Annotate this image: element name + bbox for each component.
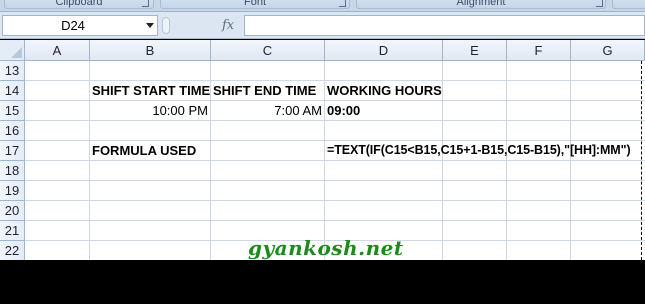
cell-b14[interactable]: SHIFT START TIME	[92, 81, 210, 100]
column-header-d[interactable]: D	[325, 40, 443, 61]
column-header-b[interactable]: B	[90, 40, 211, 61]
ribbon-group-label: Clipboard	[55, 0, 103, 8]
row-header-21[interactable]: 21	[0, 221, 25, 241]
row-header-20[interactable]: 20	[0, 201, 25, 221]
ribbon-group-clipboard[interactable]: Clipboard	[4, 0, 154, 9]
row-header-14[interactable]: 14	[0, 81, 25, 101]
name-box[interactable]: D24	[2, 15, 158, 36]
cell-c15[interactable]: 7:00 AM	[211, 101, 322, 120]
column-header-e[interactable]: E	[443, 40, 507, 61]
cell-d15[interactable]: 09:00	[327, 101, 442, 120]
row-header-15[interactable]: 15	[0, 101, 25, 121]
cell-b17[interactable]: FORMULA USED	[92, 141, 210, 160]
page-break-line	[641, 61, 642, 260]
column-header-c[interactable]: C	[211, 40, 325, 61]
ribbon-group-alignment[interactable]: Alignment	[356, 0, 606, 9]
select-all-icon	[11, 47, 22, 58]
gridline	[25, 200, 645, 201]
cell-d17[interactable]: =TEXT(IF(C15<B15,C15+1-B15,C15-B15),"[HH…	[327, 141, 642, 160]
row-header-13[interactable]: 13	[0, 61, 25, 81]
row-header-18[interactable]: 18	[0, 161, 25, 181]
chevron-down-icon[interactable]	[146, 23, 154, 28]
alignment-dialog-launcher-icon[interactable]	[596, 0, 603, 7]
row-header-22[interactable]: 22	[0, 241, 25, 260]
insert-function-icon[interactable]: fx	[222, 15, 242, 36]
formula-bar: D24 fx	[0, 12, 645, 39]
gridline	[25, 120, 645, 121]
cell-c14[interactable]: SHIFT END TIME	[213, 81, 324, 100]
row-header-19[interactable]: 19	[0, 181, 25, 201]
gridline	[25, 160, 645, 161]
ribbon-group-label: Font	[243, 0, 266, 8]
ribbon-group-next[interactable]	[612, 0, 645, 9]
row-header-16[interactable]: 16	[0, 121, 25, 141]
column-header-g[interactable]: G	[571, 40, 645, 61]
column-header-f[interactable]: F	[507, 40, 571, 61]
gridline	[25, 180, 645, 181]
gridline	[25, 220, 645, 221]
cell-b15[interactable]: 10:00 PM	[90, 101, 208, 120]
row-header-17[interactable]: 17	[0, 141, 25, 161]
select-all-button[interactable]	[0, 40, 25, 61]
ribbon-group-label: Alignment	[456, 0, 506, 8]
formula-bar-splitter[interactable]	[162, 17, 170, 34]
cell-d14[interactable]: WORKING HOURS	[327, 81, 442, 100]
black-bar	[0, 260, 645, 304]
formula-input[interactable]	[244, 15, 645, 36]
font-dialog-launcher-icon[interactable]	[339, 0, 346, 7]
ribbon-group-font[interactable]: Font	[160, 0, 350, 9]
clipboard-dialog-launcher-icon[interactable]	[142, 0, 149, 7]
name-box-value: D24	[61, 18, 85, 33]
worksheet-grid[interactable]: A B C D E F G 13 14 15 16 17 18 19 20 21…	[0, 40, 645, 260]
ribbon: Clipboard Font Alignment	[0, 0, 645, 12]
column-header-a[interactable]: A	[25, 40, 90, 61]
watermark-logo: gyankosh.net	[248, 236, 404, 260]
